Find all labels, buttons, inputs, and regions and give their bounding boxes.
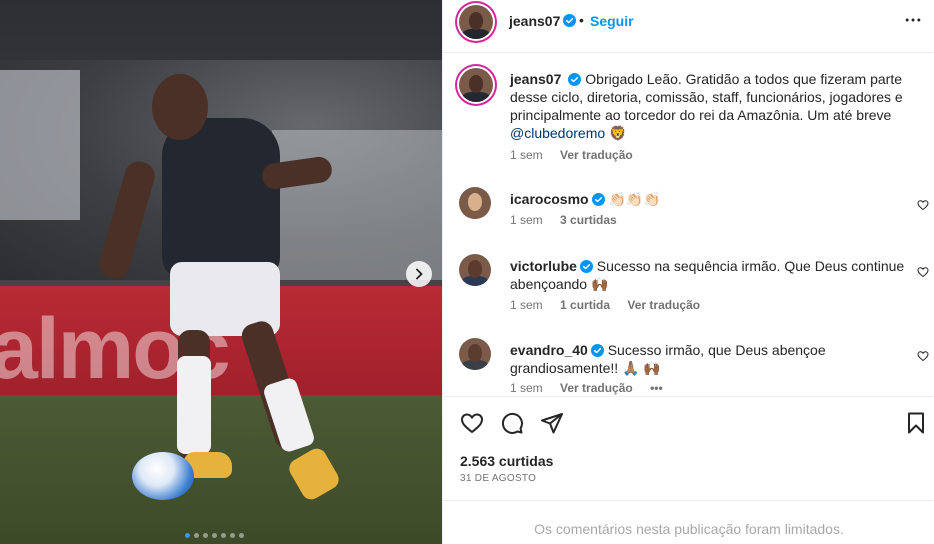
like-comment-icon[interactable] bbox=[917, 350, 929, 362]
author-avatar[interactable] bbox=[459, 5, 493, 39]
comments-limited-notice: Os comentários nesta publicação foram li… bbox=[443, 500, 934, 544]
comment-text: victorlube Sucesso na sequência irmão. Q… bbox=[510, 257, 910, 293]
comment-meta: 1 sem Ver tradução ••• bbox=[510, 381, 677, 395]
comment-more-options[interactable]: ••• bbox=[650, 381, 663, 395]
comment-text: icarocosmo 👏🏻👏🏻👏🏻 bbox=[510, 190, 910, 208]
comment-time[interactable]: 1 sem bbox=[510, 298, 543, 312]
comment-time[interactable]: 1 sem bbox=[510, 381, 543, 395]
carousel-dot bbox=[230, 533, 235, 538]
lion-emoji: 🦁 bbox=[609, 125, 627, 141]
header-separator: • bbox=[579, 12, 584, 28]
carousel-dots bbox=[185, 533, 244, 538]
verified-icon bbox=[568, 73, 582, 86]
caption-meta: 1 sem Ver tradução bbox=[510, 148, 647, 162]
follow-button[interactable]: Seguir bbox=[590, 13, 634, 29]
translate-link[interactable]: Ver tradução bbox=[560, 381, 633, 395]
comment-meta: 1 sem 1 curtida Ver tradução bbox=[510, 298, 714, 312]
background-panel bbox=[272, 130, 442, 280]
more-options-icon[interactable] bbox=[903, 10, 923, 30]
carousel-next-button[interactable] bbox=[406, 261, 432, 287]
post-date[interactable]: 31 DE AGOSTO bbox=[460, 473, 536, 484]
author-avatar[interactable] bbox=[459, 68, 493, 102]
comment-username[interactable]: victorlube bbox=[510, 258, 577, 274]
comment-username[interactable]: icarocosmo bbox=[510, 191, 589, 207]
comment-likes[interactable]: 1 curtida bbox=[560, 298, 610, 312]
mention-link[interactable]: @clubedoremo bbox=[510, 125, 605, 141]
background-panel bbox=[0, 70, 80, 220]
translate-link[interactable]: Ver tradução bbox=[560, 148, 633, 162]
share-icon[interactable] bbox=[540, 411, 564, 435]
football bbox=[132, 452, 194, 500]
comment-likes[interactable]: 3 curtidas bbox=[560, 213, 617, 227]
verified-icon bbox=[579, 260, 593, 273]
caption-text: jeans07 Obrigado Leão. Gratidão a todos … bbox=[510, 70, 910, 142]
carousel-dot bbox=[221, 533, 226, 538]
verified-icon bbox=[590, 344, 604, 357]
comment-icon[interactable] bbox=[500, 411, 524, 435]
bookmark-icon[interactable] bbox=[904, 411, 928, 435]
post-actions bbox=[443, 396, 934, 448]
carousel-dot bbox=[239, 533, 244, 538]
post-header: jeans07 • Seguir bbox=[443, 0, 934, 53]
heart-icon[interactable] bbox=[460, 411, 484, 435]
player-jersey bbox=[162, 118, 280, 278]
chevron-right-icon bbox=[416, 268, 423, 280]
post-details-panel: jeans07 • Seguir jeans07 Obrigado Leão. … bbox=[442, 0, 934, 544]
likes-count[interactable]: 2.563 curtidas bbox=[460, 453, 553, 469]
like-comment-icon[interactable] bbox=[917, 199, 929, 211]
post-media[interactable]: almoc bbox=[0, 0, 442, 544]
translate-link[interactable]: Ver tradução bbox=[627, 298, 700, 312]
verified-icon bbox=[591, 193, 605, 206]
comment-username[interactable]: evandro_40 bbox=[510, 342, 588, 358]
player-sock bbox=[177, 356, 211, 454]
player-head bbox=[152, 74, 208, 140]
author-username[interactable]: jeans07 bbox=[509, 13, 560, 29]
comment-meta: 1 sem 3 curtidas bbox=[510, 213, 631, 227]
commenter-avatar[interactable] bbox=[459, 338, 491, 370]
comment-text: evandro_40 Sucesso irmão, que Deus abenç… bbox=[510, 341, 910, 377]
like-comment-icon[interactable] bbox=[917, 266, 929, 278]
verified-icon bbox=[563, 14, 576, 27]
caption-username[interactable]: jeans07 bbox=[510, 71, 561, 87]
comment-body: 👏🏻👏🏻👏🏻 bbox=[608, 191, 661, 207]
carousel-dot bbox=[212, 533, 217, 538]
carousel-dot bbox=[185, 533, 190, 538]
commenter-avatar[interactable] bbox=[459, 187, 491, 219]
comment-time[interactable]: 1 sem bbox=[510, 213, 543, 227]
caption-time[interactable]: 1 sem bbox=[510, 148, 543, 162]
carousel-dot bbox=[203, 533, 208, 538]
commenter-avatar[interactable] bbox=[459, 254, 491, 286]
carousel-dot bbox=[194, 533, 199, 538]
